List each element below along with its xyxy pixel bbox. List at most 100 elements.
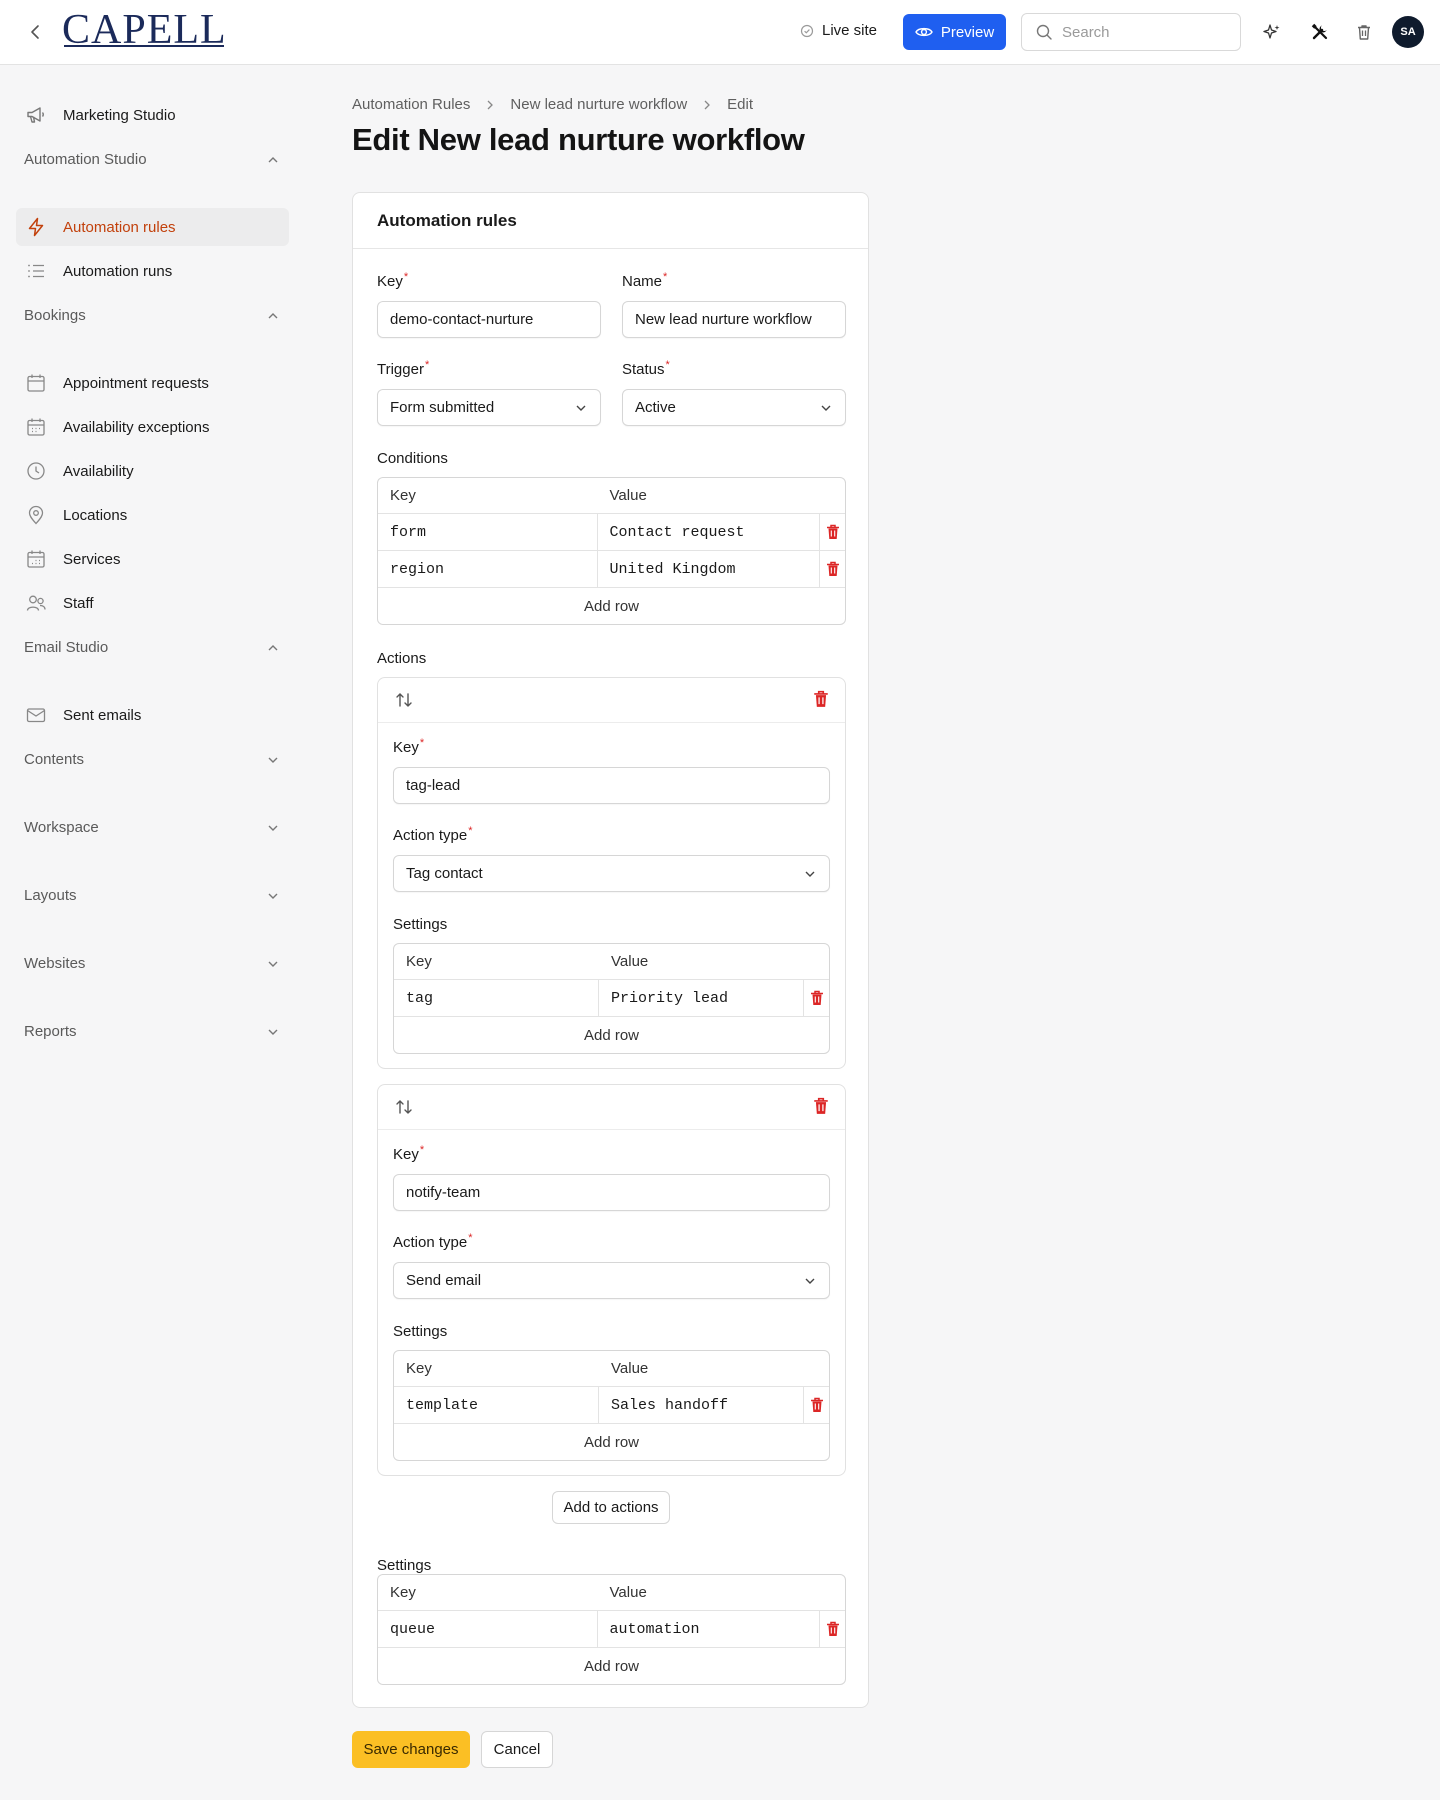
sidebar-item-automation-rules[interactable]: Automation rules (16, 208, 289, 246)
live-site-link[interactable]: Live site (800, 22, 877, 39)
kv-key-cell[interactable]: form (378, 514, 598, 550)
breadcrumb: Automation Rules New lead nurture workfl… (352, 96, 753, 113)
preview-button[interactable]: Preview (903, 14, 1006, 50)
status-label: Status* (622, 359, 670, 378)
reorder-icon[interactable] (394, 1097, 414, 1117)
save-changes-button[interactable]: Save changes (352, 1731, 470, 1768)
sidebar-section-contents[interactable]: Contents (24, 751, 280, 768)
sidebar-item-services[interactable]: Services (16, 540, 289, 578)
search-input[interactable] (1062, 23, 1222, 41)
section-label: Automation Studio (24, 151, 147, 168)
sidebar-section-reports[interactable]: Reports (24, 1023, 280, 1040)
name-label: Name* (622, 271, 668, 290)
tools-icon (1311, 23, 1328, 40)
action-key-input[interactable]: tag-lead (393, 767, 830, 804)
action-type-label: Action type* (393, 825, 473, 844)
sidebar-section-email-studio[interactable]: Email Studio (24, 639, 280, 656)
list-icon (28, 264, 44, 278)
delete-row-button[interactable] (819, 1611, 845, 1647)
kv-value-cell[interactable]: United Kingdom (598, 551, 820, 587)
top-bar: CAPELL Live site Preview SA (0, 0, 1440, 65)
avatar[interactable]: SA (1392, 16, 1424, 48)
kv-row: region United Kingdom (378, 551, 845, 588)
sidebar-section-bookings[interactable]: Bookings (24, 307, 280, 324)
settings-table: Key Value queue automation Add row (377, 1574, 846, 1685)
action-key-label: Key* (393, 737, 425, 756)
kv-value-cell[interactable]: Contact request (598, 514, 820, 550)
trash-button[interactable] (1352, 20, 1376, 44)
sparkles-icon (1263, 24, 1280, 39)
add-row-button[interactable]: Add row (394, 1017, 829, 1053)
sidebar-item-availability[interactable]: Availability (16, 452, 289, 490)
trigger-select[interactable]: Form submitted (377, 389, 601, 426)
action-header (378, 678, 845, 723)
logo-underline (64, 45, 224, 47)
sidebar-section-websites[interactable]: Websites (24, 955, 280, 972)
trash-icon (826, 524, 839, 539)
kv-value-cell[interactable]: Priority lead (599, 980, 803, 1016)
sidebar-item-label: Locations (63, 506, 128, 524)
sidebar-item-appointment-requests[interactable]: Appointment requests (16, 364, 289, 402)
status-select[interactable]: Active (622, 389, 846, 426)
ai-assist-button[interactable] (1260, 20, 1284, 44)
delete-row-button[interactable] (803, 1387, 829, 1423)
add-row-button[interactable]: Add row (378, 588, 845, 624)
sidebar-item-label: Availability exceptions (63, 418, 210, 436)
chevron-down-icon (576, 405, 586, 411)
search-box[interactable] (1021, 13, 1241, 51)
kv-value-cell[interactable]: Sales handoff (599, 1387, 803, 1423)
sidebar-item-availability-exceptions[interactable]: Availability exceptions (16, 408, 289, 446)
sidebar-item-staff[interactable]: Staff (16, 584, 289, 622)
status-label-text: Status (622, 361, 665, 378)
action-key-input[interactable]: notify-team (393, 1174, 830, 1211)
key-input[interactable]: demo-contact-nurture (377, 301, 601, 338)
delete-row-button[interactable] (803, 980, 829, 1016)
add-to-actions-button[interactable]: Add to actions (552, 1491, 670, 1524)
kv-key-cell[interactable]: queue (378, 1611, 598, 1647)
action-type-value: Send email (406, 1272, 482, 1289)
chevron-right-icon (487, 100, 494, 109)
sidebar-item-automation-runs[interactable]: Automation runs (16, 252, 289, 290)
envelope-icon (26, 708, 46, 723)
delete-action-icon[interactable] (813, 690, 829, 708)
sidebar-item-locations[interactable]: Locations (16, 496, 289, 534)
reorder-icon[interactable] (394, 690, 414, 710)
tools-button[interactable] (1308, 20, 1332, 44)
sidebar-item-label: Appointment requests (63, 374, 209, 392)
delete-action-icon[interactable] (813, 1097, 829, 1115)
calendar-grid-icon (27, 550, 45, 568)
kv-key-cell[interactable]: tag (394, 980, 599, 1016)
add-row-button[interactable]: Add row (378, 1648, 845, 1684)
breadcrumb-record[interactable]: New lead nurture workflow (510, 96, 687, 113)
sidebar-section-automation-studio[interactable]: Automation Studio (24, 151, 280, 168)
sidebar-item-label: Automation rules (63, 218, 176, 236)
sidebar-item-label: Automation runs (63, 262, 173, 280)
card-title: Automation rules (353, 193, 868, 249)
kv-value-cell[interactable]: automation (598, 1611, 820, 1647)
calendar-icon (27, 374, 45, 392)
kv-key-cell[interactable]: template (394, 1387, 599, 1423)
megaphone-icon (27, 107, 44, 123)
kv-row: queue automation (378, 1611, 845, 1648)
kv-key-cell[interactable]: region (378, 551, 598, 587)
action-type-value: Tag contact (406, 865, 483, 882)
add-row-button[interactable]: Add row (394, 1424, 829, 1460)
cancel-button[interactable]: Cancel (481, 1731, 553, 1768)
breadcrumb-automation-rules[interactable]: Automation Rules (352, 96, 470, 113)
chevron-down-icon (805, 871, 815, 877)
section-label: Workspace (24, 819, 99, 836)
sidebar-item-sent-emails[interactable]: Sent emails (16, 696, 289, 734)
key-label: Key* (377, 271, 409, 290)
back-button[interactable] (22, 18, 50, 46)
chevron-down-icon (268, 1029, 278, 1035)
sidebar-section-layouts[interactable]: Layouts (24, 887, 280, 904)
map-pin-icon (28, 505, 44, 525)
action-type-select[interactable]: Send email (393, 1262, 830, 1299)
name-input[interactable]: New lead nurture workflow (622, 301, 846, 338)
delete-row-button[interactable] (819, 551, 845, 587)
delete-row-button[interactable] (819, 514, 845, 550)
action-type-select[interactable]: Tag contact (393, 855, 830, 892)
sidebar-section-workspace[interactable]: Workspace (24, 819, 280, 836)
sidebar-item-marketing-studio[interactable]: Marketing Studio (16, 96, 289, 134)
action-key-label: Key* (393, 1144, 425, 1163)
